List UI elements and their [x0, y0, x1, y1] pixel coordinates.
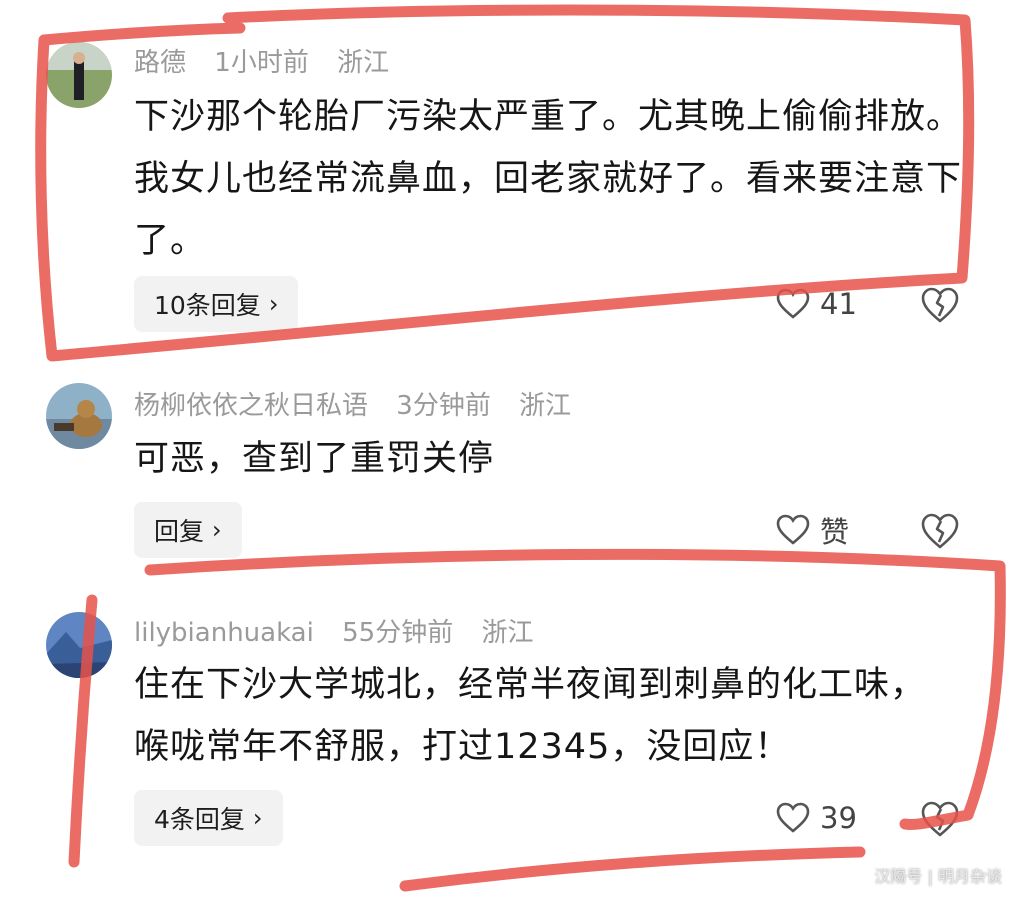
avatar[interactable]	[46, 612, 112, 678]
like-count: 41	[820, 287, 857, 321]
timestamp: 3分钟前	[396, 391, 491, 421]
like-count: 赞	[820, 515, 850, 549]
reply-button[interactable]: 回复 ›	[134, 502, 242, 558]
reply-label: 4条回复	[154, 805, 245, 834]
reply-label: 10条回复	[154, 291, 261, 320]
dislike-heart-icon[interactable]	[920, 800, 960, 840]
username[interactable]: lilybianhuakai	[134, 618, 314, 648]
watermark: 汉陽号 | 明月杂谈	[874, 867, 1002, 886]
dislike-heart-icon[interactable]	[920, 286, 960, 326]
like-count: 39	[820, 801, 857, 835]
location: 浙江	[481, 618, 534, 648]
timestamp: 55分钟前	[342, 618, 454, 648]
comment-meta: lilybianhuakai 55分钟前 浙江	[134, 612, 553, 649]
heart-icon	[776, 802, 810, 833]
chevron-right-icon: ›	[268, 290, 279, 318]
comment-text: 住在下沙大学城北，经常半夜闻到刺鼻的化工味，喉咙常年不舒服，打过12345，没回…	[134, 665, 927, 767]
heart-icon	[776, 514, 810, 545]
location: 浙江	[519, 391, 572, 421]
view-replies-button[interactable]: 4条回复 ›	[134, 790, 283, 846]
comment-meta: 路德 1小时前 浙江	[134, 42, 409, 79]
chevron-right-icon: ›	[252, 804, 263, 832]
avatar[interactable]	[46, 42, 112, 108]
heart-icon	[776, 288, 810, 319]
like-button[interactable]: 赞	[776, 508, 849, 552]
username[interactable]: 杨柳依依之秋日私语	[134, 391, 368, 421]
reply-label: 回复	[154, 517, 205, 546]
comment-text: 可恶，查到了重罚关停	[134, 439, 495, 479]
chevron-right-icon: ›	[212, 516, 222, 544]
comment-text: 下沙那个轮胎厂污染太严重了。尤其晚上偷偷排放。我女儿也经常流鼻血，回老家就好了。…	[134, 97, 963, 261]
timestamp: 1小时前	[214, 48, 309, 78]
username[interactable]: 路德	[134, 48, 186, 78]
like-button[interactable]: 41	[776, 282, 857, 326]
location: 浙江	[337, 48, 390, 78]
dislike-heart-icon[interactable]	[920, 512, 960, 552]
view-replies-button[interactable]: 10条回复 ›	[134, 276, 299, 332]
avatar[interactable]	[46, 383, 112, 449]
like-button[interactable]: 39	[776, 796, 857, 840]
comment-meta: 杨柳依依之秋日私语 3分钟前 浙江	[134, 385, 591, 422]
